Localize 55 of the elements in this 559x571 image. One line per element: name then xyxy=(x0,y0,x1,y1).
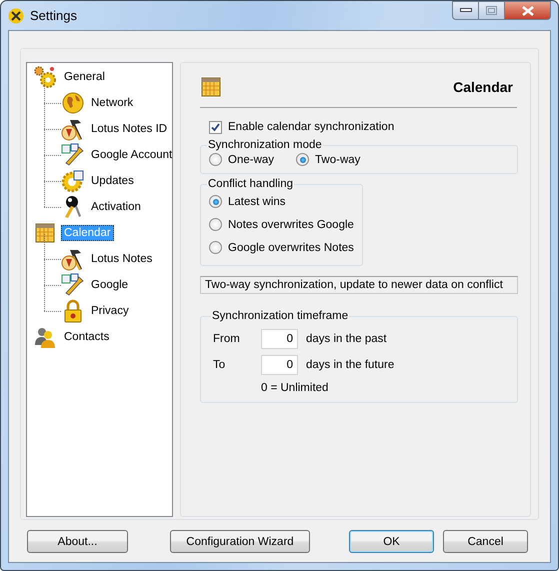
radio-label[interactable]: Latest wins xyxy=(228,196,286,208)
number-field[interactable]: 0 xyxy=(261,355,298,375)
people-icon xyxy=(33,325,57,349)
minimize-button[interactable] xyxy=(452,1,479,20)
radio-button[interactable] xyxy=(209,153,222,166)
tree-item[interactable]: Privacy xyxy=(88,303,132,319)
window-title: Settings xyxy=(30,8,77,23)
tree-item[interactable]: Activation xyxy=(88,199,144,215)
radio-label[interactable]: Two-way xyxy=(315,154,360,166)
tree-item[interactable]: Updates xyxy=(88,173,137,189)
unit-label: days in the past xyxy=(306,333,387,345)
radio-button[interactable] xyxy=(209,241,222,254)
unit-label: days in the future xyxy=(306,359,394,371)
tree-item[interactable]: Lotus Notes xyxy=(88,251,156,267)
tree-item[interactable]: Lotus Notes ID xyxy=(88,121,170,137)
checkbox-label[interactable]: Enable calendar synchronization xyxy=(228,121,394,133)
radio-button[interactable] xyxy=(209,195,222,208)
tree-item[interactable]: Network xyxy=(88,95,136,111)
maximize-icon xyxy=(486,6,497,15)
dialog-button[interactable]: Configuration Wizard xyxy=(170,530,310,553)
tree-item[interactable]: General xyxy=(61,69,108,85)
number-field[interactable]: 0 xyxy=(261,329,298,349)
tree-item[interactable]: Contacts xyxy=(61,329,112,345)
app-icon xyxy=(8,8,24,24)
tree-item[interactable]: Google Account xyxy=(88,147,176,163)
gear-icon xyxy=(61,169,85,193)
radio-label[interactable]: Google overwrites Notes xyxy=(228,242,354,254)
page-title: Calendar xyxy=(453,79,514,95)
globe-icon xyxy=(61,91,85,115)
dialog-button[interactable]: About... xyxy=(27,530,128,553)
radio-button[interactable] xyxy=(209,218,222,231)
calendar-icon xyxy=(34,222,56,244)
radio-label[interactable]: Notes overwrites Google xyxy=(228,218,354,230)
gears-icon xyxy=(33,65,57,89)
checkbox[interactable] xyxy=(209,120,222,134)
hammer-icon xyxy=(61,117,85,141)
group-title: Synchronization timeframe xyxy=(211,310,350,322)
close-button[interactable] xyxy=(505,1,551,20)
radio-label[interactable]: One-way xyxy=(228,154,274,166)
calendar-icon xyxy=(200,76,222,98)
group-title: Conflict handling xyxy=(207,178,294,190)
close-icon xyxy=(522,6,534,16)
field-label: To xyxy=(213,359,226,371)
radio-button[interactable] xyxy=(296,153,310,166)
wrench-icon xyxy=(61,273,85,297)
tree-item[interactable]: Google xyxy=(88,277,132,293)
minimize-icon xyxy=(460,8,472,13)
hammer-icon xyxy=(61,247,85,271)
dialog-button[interactable]: Cancel xyxy=(443,530,528,553)
dialog-button[interactable]: OK xyxy=(349,530,434,553)
field-label: From xyxy=(213,333,241,345)
group-title: Synchronization mode xyxy=(207,139,323,151)
description-field: Two-way synchronization, update to newer data on conflict xyxy=(200,276,518,294)
hint-text: 0 = Unlimited xyxy=(261,382,330,394)
wrench-icon xyxy=(61,143,85,167)
